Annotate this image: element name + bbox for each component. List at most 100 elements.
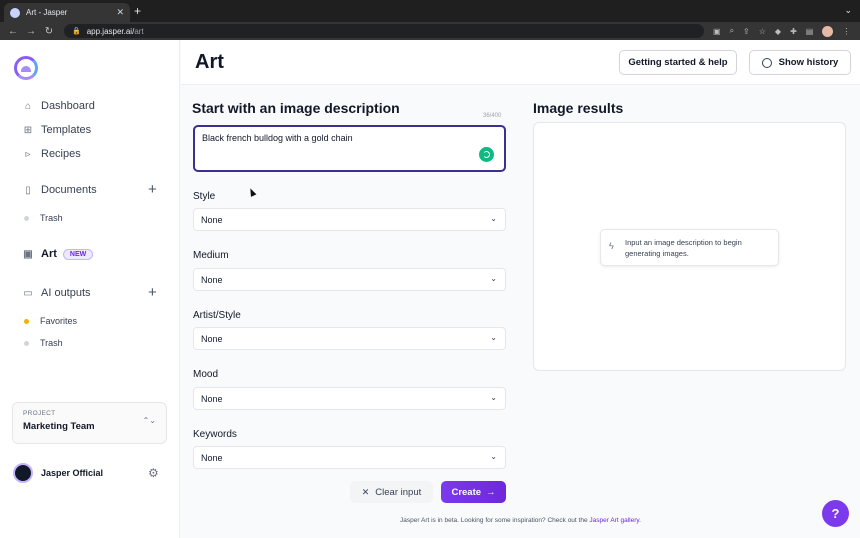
new-tab-button[interactable]: + [134,4,141,18]
star-icon[interactable]: ☆ [759,27,766,36]
medium-label: Medium [193,250,229,261]
close-tab-icon[interactable]: ✕ [116,7,124,18]
results-hint-text: Input an image description to begin gene… [625,238,742,258]
form-heading: Start with an image description [192,100,400,116]
sidebar-item-label: Documents [41,184,97,196]
mood-select[interactable]: None ⌄ [193,387,506,410]
gear-icon[interactable]: ⚙ [148,466,159,480]
inbox-icon: ▭ [23,287,33,299]
user-account[interactable]: Jasper Official [13,463,103,483]
user-name: Jasper Official [41,468,104,478]
sidebar-item-templates[interactable]: ⊞ Templates [22,124,91,136]
image-description-input[interactable]: Black french bulldog with a gold chain [193,125,506,172]
mouse-cursor-icon [247,187,257,197]
project-selector[interactable]: PROJECT Marketing Team ⌃⌄ [12,402,167,444]
project-label: PROJECT [23,410,56,417]
project-name: Marketing Team [23,421,95,432]
sidebar-item-label: Trash [40,338,63,348]
dot-icon [24,215,29,221]
medium-select[interactable]: None ⌄ [193,268,506,291]
sidebar-item-art[interactable]: ▣ Art NEW [22,248,94,260]
chevron-down-icon: ⌄ [490,452,497,461]
jasper-logo[interactable] [14,56,38,80]
extension-jasper-icon[interactable]: ◆ [775,27,781,36]
sidebar-item-favorites[interactable]: Favorites [24,316,77,326]
sidebar-item-label: AI outputs [41,287,91,299]
url-bar[interactable]: 🔒 app.jasper.ai/art [64,24,704,38]
forward-icon[interactable]: → [26,26,36,37]
help-chat-button[interactable]: ? [822,500,849,527]
add-document-button[interactable]: + [148,181,157,198]
grammar-check-icon[interactable] [479,147,494,162]
chevron-down-icon: ⌄ [490,274,497,283]
install-icon[interactable]: ▣ [713,27,721,36]
grid-icon: ⊞ [23,124,33,136]
sidepanel-icon[interactable]: ▤ [806,27,814,36]
clear-input-label: Clear input [375,486,422,498]
beta-note: Jasper Art is in beta. Looking for some … [181,517,860,524]
beta-note-text: Jasper Art is in beta. Looking for some … [400,517,588,524]
show-history-label: Show history [778,57,839,68]
new-badge: NEW [62,248,94,260]
keywords-value: None [201,452,223,463]
mood-label: Mood [193,369,219,380]
sidebar-item-label: Favorites [40,316,78,326]
lightning-icon: ϟ [609,241,614,251]
reload-icon[interactable]: ↻ [44,26,54,37]
sidebar-item-documents[interactable]: ▯ Documents [22,184,97,196]
character-counter: 36/400 [483,113,502,119]
clear-input-button[interactable]: ✕ Clear input [350,481,433,503]
results-hint: ϟ Input an image description to begin ge… [600,229,779,266]
url-host: app.jasper.ai/ [86,26,135,36]
chevron-down-icon: ⌄ [490,333,497,342]
browser-tab[interactable]: Art - Jasper ✕ [4,3,130,22]
getting-started-help-button[interactable]: Getting started & help [619,50,737,75]
home-icon: ⌂ [24,100,32,112]
image-description-value: Black french bulldog with a gold chain [202,133,353,143]
style-label: Style [193,191,216,202]
keywords-label: Keywords [193,429,237,440]
style-select[interactable]: None ⌄ [193,208,506,231]
menu-icon[interactable]: ⋮ [842,27,850,36]
mood-value: None [201,393,223,404]
terminal-icon: ▹ [25,148,31,160]
page-header: Art Getting started & help Show history [181,40,860,85]
document-icon: ▯ [25,184,31,196]
chevron-down-icon[interactable]: ⌄ [844,5,852,16]
sidebar-item-recipes[interactable]: ▹ Recipes [22,148,81,160]
beta-note-end: . [639,517,641,524]
arrow-right-icon: → [486,486,496,498]
image-icon: ▣ [23,248,33,260]
share-icon[interactable]: ⇪ [743,27,750,36]
keywords-select[interactable]: None ⌄ [193,446,506,469]
close-icon: ✕ [361,486,370,497]
create-button[interactable]: Create → [441,481,506,503]
jasper-art-gallery-link[interactable]: Jasper Art gallery [589,517,639,524]
tab-title: Art - Jasper [26,8,68,17]
style-value: None [201,214,223,225]
sidebar-item-documents-trash[interactable]: Trash [24,213,63,223]
dot-icon [24,318,29,324]
profile-avatar[interactable] [822,25,834,37]
show-history-button[interactable]: Show history [749,50,851,75]
back-icon[interactable]: ← [8,26,18,37]
sidebar-item-outputs-trash[interactable]: Trash [24,338,63,348]
artist-style-select[interactable]: None ⌄ [193,327,506,350]
add-ai-output-button[interactable]: + [148,284,157,301]
zoom-icon[interactable]: ⌕ [730,26,734,36]
create-label: Create [451,486,482,498]
chevron-down-icon: ⌄ [490,393,497,402]
puzzle-icon[interactable]: ✚ [790,27,797,36]
chevron-updown-icon: ⌃⌄ [142,416,156,425]
dot-icon [24,340,29,346]
medium-value: None [201,274,223,285]
lock-icon: 🔒 [72,28,81,35]
browser-tab-bar: Art - Jasper ✕ + ⌄ [0,0,860,22]
sidebar-item-label: Recipes [41,148,81,160]
artist-style-label: Artist/Style [193,310,241,321]
sidebar-item-ai-outputs[interactable]: ▭ AI outputs [22,287,91,299]
chevron-down-icon: ⌄ [490,214,497,223]
results-heading: Image results [533,100,624,116]
sidebar-item-dashboard[interactable]: ⌂ Dashboard [22,100,95,112]
page-title: Art [195,51,224,73]
